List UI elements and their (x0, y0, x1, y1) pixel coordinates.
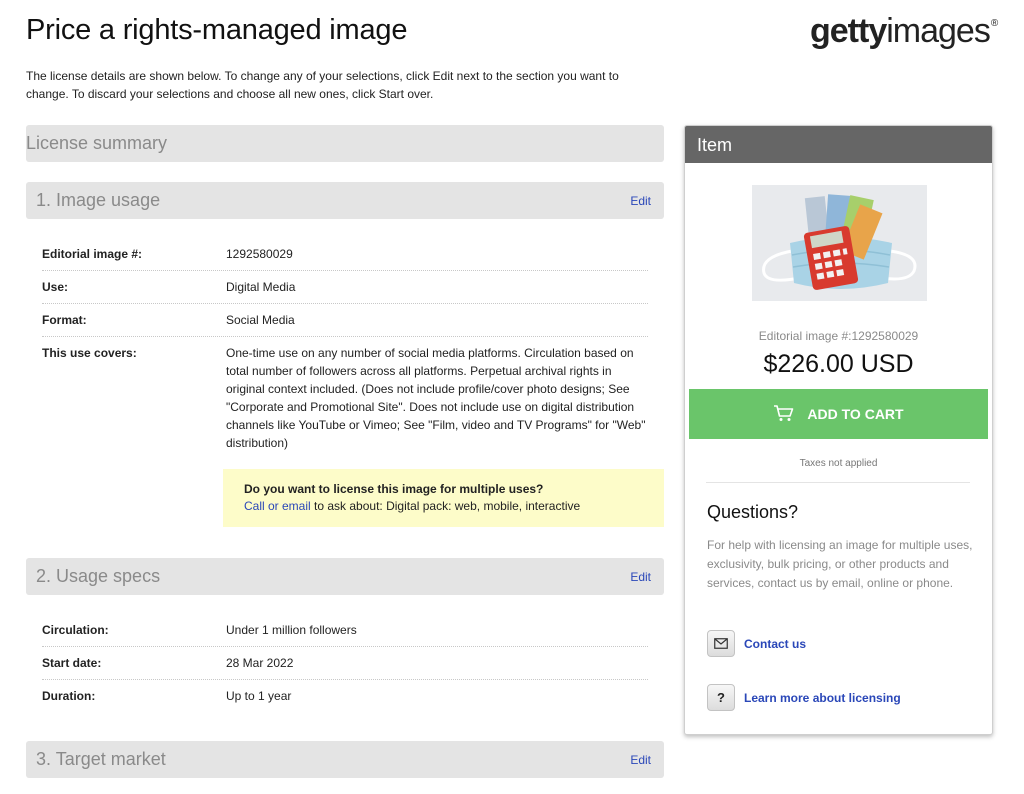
multiple-uses-notice: Do you want to license this image for mu… (223, 469, 664, 527)
editorial-image-id: Editorial image #:1292580029 (758, 329, 919, 343)
edit-image-usage-link[interactable]: Edit (630, 194, 664, 208)
detail-row: Duration: Up to 1 year (42, 680, 648, 712)
envelope-icon[interactable] (707, 630, 735, 657)
multiple-uses-line: Call or email to ask about: Digital pack… (244, 498, 664, 515)
section-title: 1. Image usage (36, 190, 161, 210)
section-title: 2. Usage specs (36, 566, 161, 586)
getty-images-logo[interactable]: gettyimages® (810, 12, 998, 51)
detail-label: Start date: (42, 656, 102, 670)
item-panel: Item Editorial image #:1292580029 $226.0… (684, 125, 993, 735)
contact-us-row[interactable]: Contact us (707, 630, 806, 657)
divider (706, 482, 970, 483)
detail-label: Duration: (42, 689, 96, 703)
logo-part-bold: getty (810, 12, 887, 50)
detail-value: Under 1 million followers (226, 623, 357, 637)
section-target-market-header: 3. Target market Edit (26, 741, 664, 778)
detail-value: Digital Media (226, 280, 296, 294)
multiple-uses-question: Do you want to license this image for mu… (244, 482, 544, 496)
license-summary-title: License summary (26, 133, 168, 153)
detail-label: Editorial image #: (42, 247, 143, 261)
detail-label: This use covers: (42, 346, 137, 360)
intro-text: The license details are shown below. To … (26, 69, 619, 101)
logo-registered-mark: ® (990, 18, 998, 29)
question-icon[interactable]: ? (707, 684, 735, 711)
add-to-cart-label: ADD TO CART (807, 406, 904, 422)
detail-row: This use covers: One-time use on any num… (42, 337, 648, 459)
usage-specs-details: Circulation: Under 1 million followers S… (42, 614, 648, 712)
section-usage-specs-header: 2. Usage specs Edit (26, 558, 664, 595)
thumbnail-illustration (752, 185, 927, 301)
page-title: Price a rights-managed image (26, 14, 408, 46)
detail-value: 28 Mar 2022 (226, 656, 294, 670)
questions-title: Questions? (707, 502, 799, 522)
cart-icon (773, 404, 795, 425)
detail-row: Start date: 28 Mar 2022 (42, 647, 648, 680)
detail-row: Format: Social Media (42, 304, 648, 337)
detail-value: One-time use on any number of social med… (226, 346, 646, 450)
call-or-email-link[interactable]: Call or email (244, 499, 311, 513)
item-price: $226.00 USD (763, 350, 914, 378)
detail-row: Editorial image #: 1292580029 (42, 238, 648, 271)
tax-note: Taxes not applied (799, 458, 878, 469)
contact-us-link[interactable]: Contact us (744, 637, 806, 651)
questions-body: For help with licensing an image for mul… (707, 538, 973, 590)
image-thumbnail[interactable] (752, 185, 927, 301)
license-summary-header: License summary (26, 125, 664, 162)
detail-label: Use: (42, 280, 69, 294)
detail-row: Circulation: Under 1 million followers (42, 614, 648, 647)
detail-value: Up to 1 year (226, 689, 292, 703)
edit-usage-specs-link[interactable]: Edit (630, 570, 664, 584)
detail-label: Circulation: (42, 623, 109, 637)
logo-part-light: images (886, 12, 991, 50)
section-title: 3. Target market (36, 749, 166, 769)
learn-more-link[interactable]: Learn more about licensing (744, 691, 901, 705)
detail-label: Format: (42, 313, 87, 327)
image-usage-details: Editorial image #: 1292580029 Use: Digit… (42, 238, 648, 459)
add-to-cart-button[interactable]: ADD TO CART (689, 389, 988, 439)
detail-value: 1292580029 (226, 247, 293, 261)
edit-target-market-link[interactable]: Edit (630, 753, 664, 767)
section-image-usage-header: 1. Image usage Edit (26, 182, 664, 219)
detail-row: Use: Digital Media (42, 271, 648, 304)
learn-more-row[interactable]: ? Learn more about licensing (707, 684, 901, 711)
item-header: Item (685, 126, 992, 163)
detail-value: Social Media (226, 313, 295, 327)
multiple-uses-rest: to ask about: Digital pack: web, mobile,… (310, 499, 581, 513)
